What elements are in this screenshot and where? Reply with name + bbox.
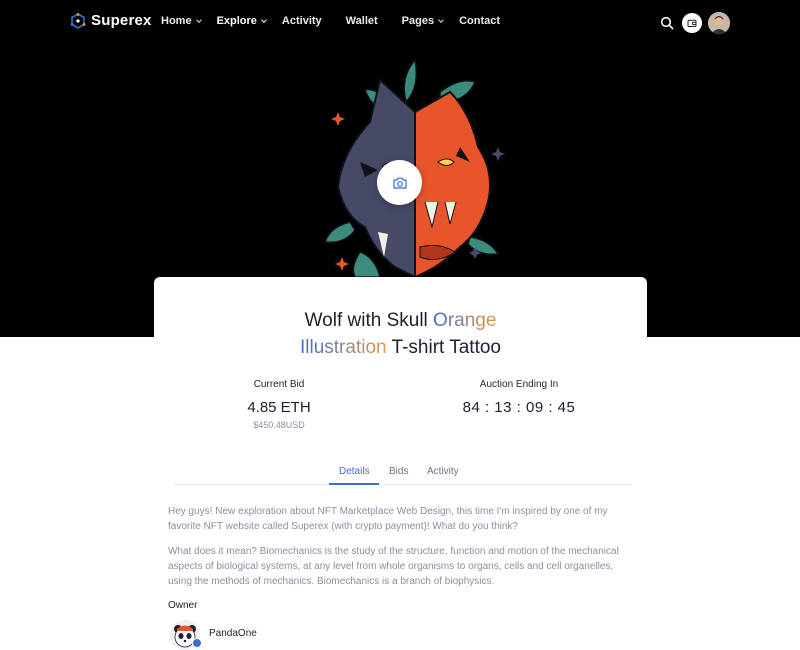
current-bid-usd: $450.48USD	[253, 420, 305, 430]
active-tab-indicator	[329, 483, 379, 485]
tab-bids[interactable]: Bids	[389, 466, 408, 477]
nav-label: Explore	[216, 15, 257, 27]
auction-countdown: 84 : 13 : 09 : 45	[462, 399, 576, 416]
nft-artwork	[323, 58, 505, 277]
owner-label: Owner	[168, 600, 198, 611]
nav-label: Pages	[401, 15, 435, 27]
nav-label: Contact	[459, 15, 501, 27]
nav-item-contact[interactable]: Contact	[459, 15, 500, 27]
nav-item-explore[interactable]: Explore	[216, 15, 267, 27]
description-paragraph: What does it mean? Biomechanics is the s…	[168, 546, 619, 587]
top-navigation: Superex Home Explore Activity Wallet Pag…	[0, 0, 800, 44]
detail-tabs: Details Bids Activity	[174, 460, 632, 485]
camera-icon	[392, 177, 407, 189]
verified-badge-icon	[192, 638, 202, 648]
chevron-down-icon	[195, 16, 202, 23]
nav-label: Home	[161, 15, 192, 27]
nav-label: Activity	[281, 15, 322, 27]
title-accent-word: Illustration	[299, 337, 387, 358]
change-cover-button[interactable]	[377, 160, 422, 205]
logo-icon	[70, 12, 86, 29]
nav-item-activity[interactable]: Activity	[282, 15, 322, 27]
title-accent-word: Orange	[433, 310, 497, 331]
tab-activity[interactable]: Activity	[427, 466, 459, 477]
user-avatar[interactable]	[708, 12, 730, 34]
nav-item-home[interactable]: Home	[161, 15, 202, 27]
nav-item-pages[interactable]: Pages	[401, 15, 444, 27]
current-bid-value: 4.85 ETH	[247, 399, 311, 416]
auction-label: Auction Ending In	[479, 379, 559, 390]
nav-label: Wallet	[345, 15, 378, 27]
tab-details[interactable]: Details	[339, 466, 370, 477]
nav-actions	[660, 12, 730, 34]
owner-name[interactable]: PandaOne	[209, 628, 257, 639]
search-icon[interactable]	[660, 16, 674, 30]
user-avatar-image	[708, 12, 730, 34]
title-text: T-shirt Tattoo	[386, 337, 502, 358]
chevron-down-icon	[261, 16, 267, 23]
nav-item-wallet[interactable]: Wallet	[346, 15, 378, 27]
main-menu: Home Explore Activity Wallet Pages Conta…	[161, 15, 500, 27]
brand-logo[interactable]: Superex	[70, 12, 152, 29]
current-bid-label: Current Bid	[253, 379, 305, 390]
title-text: Wolf with Skull	[304, 310, 434, 331]
chevron-down-icon	[438, 16, 444, 23]
item-title: Wolf with Skull Orange Illustration T-sh…	[154, 307, 647, 361]
wallet-button[interactable]	[682, 13, 702, 33]
wallet-icon	[687, 19, 697, 28]
description-paragraph: Hey guys! New exploration about NFT Mark…	[168, 506, 608, 532]
brand-name: Superex	[91, 12, 152, 29]
